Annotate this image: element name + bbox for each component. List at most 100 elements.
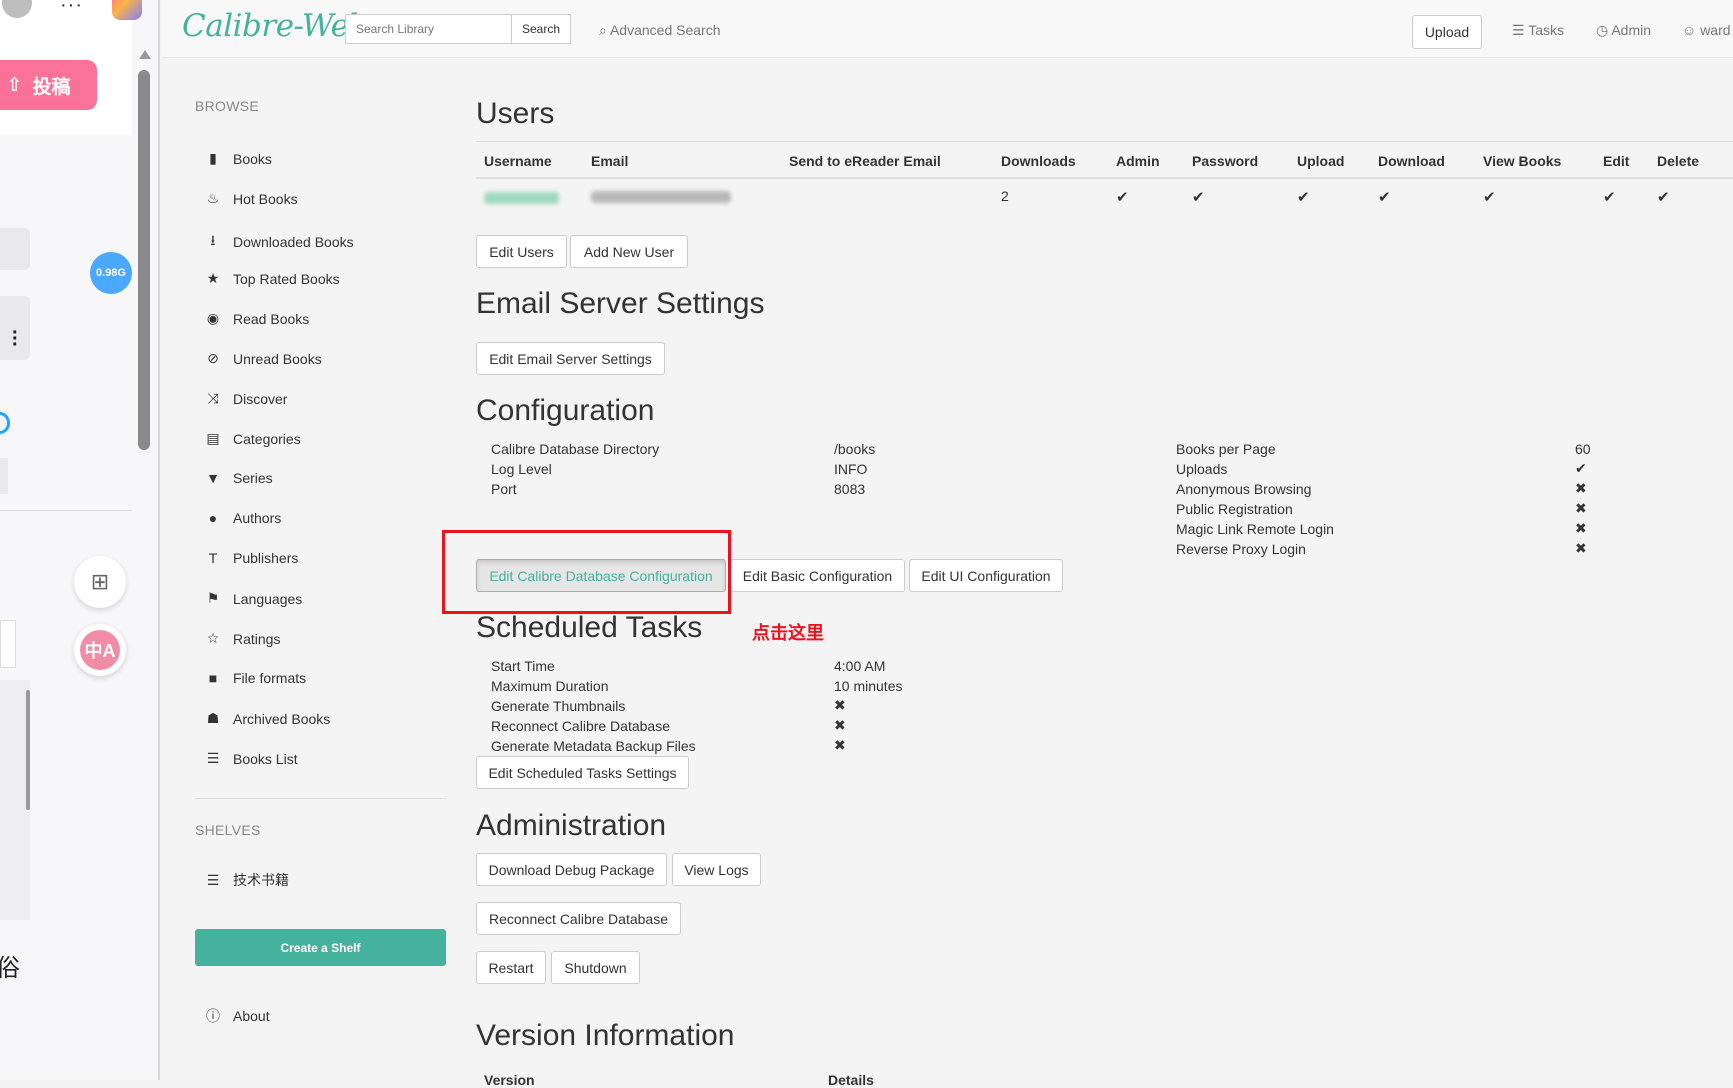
bookmark-icon: ▼ — [206, 470, 220, 486]
cross-icon: ✖ — [834, 737, 846, 753]
config-label: Port — [491, 481, 517, 497]
task-label: Reconnect Calibre Database — [491, 718, 670, 734]
sidebar-item-downloaded-books[interactable]: ⭳ Downloaded Books — [205, 230, 354, 254]
users-table-header: Username Email Send to eReader Email Dow… — [476, 141, 1733, 179]
sidebar-item-hot-books[interactable]: ♨ Hot Books — [205, 190, 298, 207]
column-header[interactable]: View Books — [1483, 153, 1561, 169]
column-header[interactable]: Password — [1192, 153, 1258, 169]
task-label: Generate Thumbnails — [491, 698, 626, 714]
sidebar-item-ratings[interactable]: ☆ Ratings — [205, 630, 281, 647]
sidebar-item-top-rated-books[interactable]: ★ Top Rated Books — [205, 270, 340, 287]
info-icon: ⓘ — [206, 1008, 220, 1024]
task-value: 10 minutes — [834, 678, 903, 694]
edit-ui-configuration-button[interactable]: Edit UI Configuration — [909, 559, 1063, 592]
sidebar-item-archived-books[interactable]: ☗ Archived Books — [205, 710, 331, 727]
sidebar-item-read-books[interactable]: ◉ Read Books — [205, 310, 309, 327]
upload-icon: ⇧ — [6, 74, 23, 96]
column-header[interactable]: Delete — [1657, 153, 1699, 169]
sidebar-item-discover[interactable]: ⤨ Discover — [205, 390, 287, 407]
scroll-up-arrow-icon[interactable] — [139, 50, 151, 59]
column-header[interactable]: Downloads — [1001, 153, 1076, 169]
task-label: Generate Metadata Backup Files — [491, 738, 696, 754]
column-header[interactable]: Download — [1378, 153, 1445, 169]
edit-scheduled-tasks-button[interactable]: Edit Scheduled Tasks Settings — [476, 756, 689, 789]
scheduled-tasks-heading: Scheduled Tasks — [476, 611, 703, 644]
check-icon: ✔ — [1297, 189, 1310, 206]
column-header[interactable]: Admin — [1116, 153, 1160, 169]
column-header[interactable]: Email — [591, 153, 628, 169]
panel-tab[interactable] — [0, 228, 30, 270]
administration-heading: Administration — [476, 809, 667, 842]
sidebar-item-about[interactable]: ⓘ About — [205, 1006, 270, 1026]
task-label: Maximum Duration — [491, 678, 609, 694]
download-debug-package-button[interactable]: Download Debug Package — [476, 853, 667, 886]
check-icon: ✔ — [1192, 189, 1205, 206]
restart-button[interactable]: Restart — [476, 951, 546, 984]
sidebar-item-series[interactable]: ▼ Series — [205, 470, 273, 486]
trash-icon: ☗ — [206, 710, 220, 726]
check-icon: ✔ — [1657, 189, 1670, 206]
upload-post-button[interactable]: ⇧ 投稿 — [0, 60, 97, 110]
sidebar-item-publishers[interactable]: T Publishers — [205, 550, 299, 566]
config-label: Uploads — [1176, 461, 1228, 477]
config-value: /books — [834, 441, 876, 457]
list-icon: ☰ — [206, 871, 220, 888]
version-information-heading: Version Information — [476, 1019, 735, 1052]
fire-icon: ♨ — [206, 190, 220, 206]
reconnect-calibre-database-button[interactable]: Reconnect Calibre Database — [476, 902, 681, 935]
cross-icon: ✖ — [1575, 480, 1587, 496]
sidebar-item-authors[interactable]: ● Authors — [205, 510, 281, 526]
view-logs-button[interactable]: View Logs — [672, 853, 761, 886]
redacted-email — [591, 191, 731, 203]
config-value: INFO — [834, 461, 868, 477]
star-icon: ★ — [206, 270, 220, 286]
cross-icon: ✖ — [1575, 540, 1587, 556]
users-heading: Users — [476, 97, 555, 130]
column-header: Version — [484, 1072, 535, 1088]
sidebar-item-languages[interactable]: ⚑ Languages — [205, 590, 303, 607]
sidebar-divider — [195, 798, 447, 799]
check-icon: ✔ — [1575, 460, 1587, 476]
column-header[interactable]: Edit — [1603, 153, 1629, 169]
add-new-user-button[interactable]: Add New User — [570, 235, 688, 268]
apps-grid-icon[interactable]: ⊞ — [74, 556, 126, 608]
panel-divider — [0, 510, 132, 511]
edit-email-server-button[interactable]: Edit Email Server Settings — [476, 342, 665, 375]
email-server-heading: Email Server Settings — [476, 287, 765, 320]
create-shelf-button[interactable]: Create a Shelf — [195, 929, 446, 966]
cross-icon: ✖ — [834, 697, 846, 713]
column-header[interactable]: Send to eReader Email — [789, 153, 941, 169]
highlight-annotation-box — [442, 530, 731, 614]
calibre-web-logo[interactable]: Calibre-Web — [182, 8, 368, 44]
shutdown-button[interactable]: Shutdown — [551, 951, 640, 984]
translate-button[interactable]: 中A — [74, 624, 126, 676]
ring-icon — [0, 412, 10, 434]
task-value: 4:00 AM — [834, 658, 886, 674]
config-label: Magic Link Remote Login — [1176, 521, 1334, 537]
partial-text: 俗 — [0, 955, 20, 982]
downloads-count: 2 — [1001, 188, 1009, 204]
more-options-icon[interactable]: ··· — [60, 0, 83, 17]
book-icon: ▮ — [209, 150, 217, 166]
sidebar-item-unread-books[interactable]: ⊘ Unread Books — [205, 350, 322, 367]
task-label: Start Time — [491, 658, 555, 674]
sidebar-item-file-formats[interactable]: ■ File formats — [205, 670, 306, 686]
sidebar-item-categories[interactable]: ▤ Categories — [205, 430, 300, 447]
sidebar-item-books[interactable]: ▮ Books — [205, 150, 272, 167]
column-header[interactable]: Upload — [1297, 153, 1344, 169]
edit-users-button[interactable]: Edit Users — [476, 235, 567, 268]
config-value: 60 — [1575, 441, 1591, 457]
copilot-icon[interactable] — [112, 0, 142, 20]
sidebar-item-shelf[interactable]: ☰ 技术书籍 — [205, 870, 289, 890]
flag-icon: ⚑ — [206, 590, 220, 606]
column-header[interactable]: Username — [484, 153, 552, 169]
list-icon: ☰ — [206, 750, 220, 766]
config-label: Public Registration — [1176, 501, 1293, 517]
kebab-menu-icon[interactable]: · · · — [12, 323, 19, 355]
cross-icon: ✖ — [1575, 500, 1587, 516]
inner-scrollbar[interactable] — [26, 690, 30, 810]
scrollbar-thumb[interactable] — [138, 70, 150, 450]
edit-basic-configuration-button[interactable]: Edit Basic Configuration — [730, 559, 905, 592]
click-here-annotation: 点击这里 — [752, 623, 824, 643]
sidebar-item-books-list[interactable]: ☰ Books List — [205, 750, 298, 767]
